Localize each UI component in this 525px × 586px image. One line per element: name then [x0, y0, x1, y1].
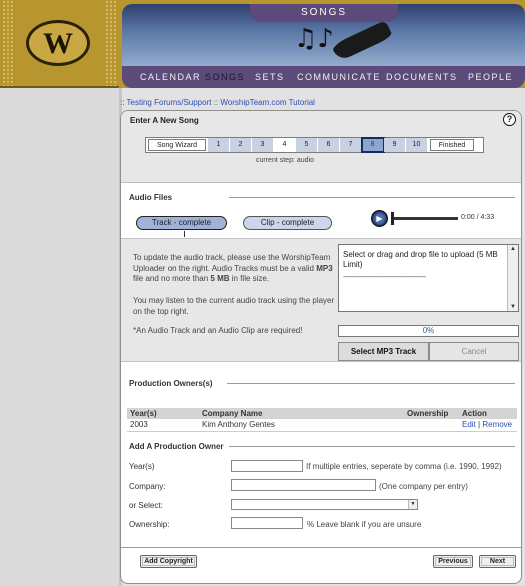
owner-actions: Edit | Remove [462, 420, 512, 429]
ownership-hint: % Leave blank if you are unsure [307, 520, 422, 529]
wizard-step-5[interactable]: 5 [296, 138, 318, 152]
breadcrumb-separator: :: [120, 98, 125, 107]
chevron-down-icon[interactable]: ▼ [408, 500, 417, 509]
upload-message: Select or drag and drop file to upload (… [343, 250, 498, 269]
play-icon[interactable]: ▶ [371, 210, 388, 227]
nav-calendar[interactable]: CALENDAR [140, 72, 201, 82]
tab-clip[interactable]: Clip - complete [243, 216, 332, 230]
next-button[interactable]: Next [479, 555, 516, 568]
scroll-up-icon[interactable]: ▲ [510, 246, 516, 252]
year-hint: If multiple entries, seperate by comma (… [306, 462, 502, 471]
divider [121, 547, 521, 548]
divider [229, 446, 515, 447]
wizard-step-finished[interactable]: Finished [430, 139, 474, 151]
cancel-upload-button[interactable]: Cancel [429, 342, 519, 361]
tab-track[interactable]: Track - complete [136, 216, 227, 230]
upload-file-list: ----------------------------------------… [343, 274, 426, 281]
ownership-input[interactable] [231, 517, 303, 529]
logo-panel: W [0, 0, 119, 88]
help-icon[interactable]: ? [503, 113, 516, 126]
player-time: 0:00 / 4:33 [461, 214, 495, 221]
wizard-step-4[interactable]: 4 [274, 138, 296, 152]
wizard-step-2[interactable]: 2 [230, 138, 252, 152]
nav-documents[interactable]: DOCUMENTS [386, 72, 458, 82]
breadcrumb: :: Testing Forums/Support :: WorshipTeam… [120, 98, 315, 107]
column-company: Company Name [202, 409, 263, 418]
select-mp3-button[interactable]: Select MP3 Track [338, 342, 429, 361]
wizard-steps: Song Wizard 1 2 3 4 5 6 7 8 9 10 Finishe… [145, 137, 484, 153]
table-row: 2003 Kim Anthony Gentes Edit | Remove [127, 419, 517, 432]
owner-year: 2003 [130, 420, 148, 429]
seek-bar[interactable] [393, 217, 458, 220]
previous-button[interactable]: Previous [433, 555, 473, 568]
column-action: Action [462, 409, 487, 418]
wizard-step-7[interactable]: 7 [340, 138, 362, 152]
company-input[interactable] [231, 479, 376, 491]
seek-handle[interactable] [391, 212, 394, 225]
header-banner: SONGS ♫♪ [122, 4, 525, 66]
nav-communicate[interactable]: COMMUNICATE [297, 72, 381, 82]
company-label: Company: [129, 482, 166, 491]
wizard-step-9[interactable]: 9 [384, 138, 406, 152]
wizard-step-3[interactable]: 3 [252, 138, 274, 152]
ownership-label: Ownership: [129, 520, 170, 529]
audio-upload-area: To update the audio track, please use th… [121, 238, 521, 362]
wizard-step-song-wizard[interactable]: Song Wizard [148, 139, 206, 151]
divider [227, 383, 515, 384]
company-select[interactable]: ▼ [231, 499, 418, 510]
upload-dropzone[interactable]: Select or drag and drop file to upload (… [338, 244, 519, 312]
tab-indicator [184, 231, 185, 237]
audio-player-info: You may listen to the current audio trac… [133, 296, 335, 316]
scroll-down-icon[interactable]: ▼ [510, 304, 516, 310]
nav-songs[interactable]: SONGS [205, 72, 245, 82]
year-input[interactable] [231, 460, 303, 472]
wizard-step-10[interactable]: 10 [406, 138, 428, 152]
panel-header: Enter A New Song ? Song Wizard 1 2 3 4 5… [121, 111, 521, 183]
breadcrumb-link-forums[interactable]: Testing Forums/Support [127, 98, 212, 107]
select-label: or Select: [129, 501, 163, 510]
edit-link[interactable]: Edit [462, 420, 476, 429]
breadcrumb-link-tutorial[interactable]: WorshipTeam.com Tutorial [220, 98, 315, 107]
owners-table-header: Year(s) Company Name Ownership Action [127, 408, 517, 419]
add-copyright-button[interactable]: Add Copyright [140, 555, 197, 568]
column-ownership: Ownership [407, 409, 449, 418]
production-owners-title: Production Owners(s) [129, 379, 213, 388]
audio-files-title: Audio Files [129, 193, 173, 202]
worshipteam-logo[interactable]: W [26, 20, 90, 66]
owners-table: Year(s) Company Name Ownership Action 20… [127, 408, 517, 432]
nav-people[interactable]: PEOPLE [468, 72, 513, 82]
remove-link[interactable]: Remove [482, 420, 512, 429]
company-hint: (One company per entry) [379, 482, 468, 491]
decorative-dots [2, 0, 14, 86]
site-header: SONGS ♫♪ CALENDAR SONGS SETS COMMUNICATE… [119, 0, 525, 88]
new-song-panel: Enter A New Song ? Song Wizard 1 2 3 4 5… [120, 110, 522, 584]
owner-company: Kim Anthony Gentes [202, 420, 275, 429]
left-column [0, 88, 119, 586]
decorative-dots [105, 0, 117, 86]
wizard-step-1[interactable]: 1 [208, 138, 230, 152]
add-owner-title: Add A Production Owner [129, 442, 224, 451]
audio-info-text: To update the audio track, please use th… [133, 253, 333, 283]
column-year: Year(s) [130, 409, 157, 418]
breadcrumb-separator: :: [213, 98, 219, 107]
audio-required-note: *An Audio Track and an Audio Clip are re… [133, 326, 303, 335]
current-step-label: current step: audio [256, 157, 314, 164]
year-label: Year(s) [129, 462, 155, 471]
nav-sets[interactable]: SETS [255, 72, 285, 82]
main-nav: CALENDAR SONGS SETS COMMUNICATE DOCUMENT… [122, 66, 525, 88]
divider [229, 197, 515, 198]
action-separator: | [478, 420, 481, 429]
upload-scrollbar[interactable]: ▲ ▼ [507, 245, 518, 311]
upload-progress: 0% [338, 325, 519, 337]
panel-title: Enter A New Song [130, 116, 199, 125]
hand-graphic [331, 20, 393, 62]
music-notes-icon: ♫♪ [294, 24, 334, 54]
audio-player: ▶ 0:00 / 4:33 [369, 209, 509, 229]
wizard-step-8[interactable]: 8 [361, 137, 385, 153]
wizard-step-6[interactable]: 6 [318, 138, 340, 152]
section-title: SONGS [250, 4, 398, 22]
